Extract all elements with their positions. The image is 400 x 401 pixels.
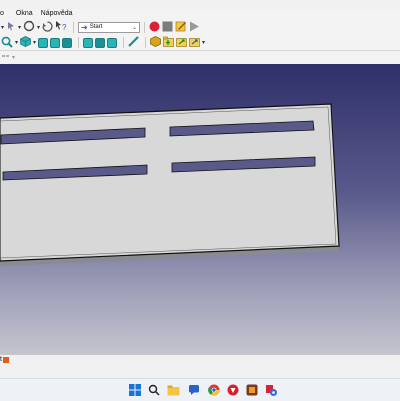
- fit-all-icon[interactable]: [1, 36, 13, 50]
- document-tab-label: t: [0, 356, 2, 363]
- app-brown-icon[interactable]: [244, 382, 260, 398]
- dropdown-arrow-icon[interactable]: ▾: [202, 39, 205, 46]
- measure-distance-icon[interactable]: [128, 36, 139, 49]
- menu-item-help[interactable]: Nápověda: [41, 9, 73, 19]
- document-tab[interactable]: t: [0, 355, 9, 364]
- search-icon[interactable]: [146, 382, 162, 398]
- toolbar-separator: [145, 37, 147, 48]
- file-explorer-icon[interactable]: [165, 382, 181, 398]
- dropdown-arrow-icon[interactable]: ▾: [37, 24, 40, 31]
- chat-icon[interactable]: [186, 382, 202, 398]
- front-view-icon[interactable]: [38, 37, 49, 48]
- toolbar-separator: [123, 37, 125, 48]
- dropdown-arrow-icon[interactable]: ▾: [33, 39, 36, 46]
- right-view-icon[interactable]: [62, 37, 73, 48]
- viewport-canvas: [0, 103, 340, 266]
- create-sublink-icon[interactable]: [189, 36, 200, 49]
- create-part-icon[interactable]: [150, 36, 161, 49]
- create-group-icon[interactable]: [163, 36, 174, 49]
- workbench-selector[interactable]: ➜ Start ⌄: [78, 21, 141, 33]
- 3d-viewport[interactable]: [0, 64, 400, 354]
- toolbar-separator: [78, 37, 80, 48]
- toolbar-separator: [144, 21, 146, 33]
- dropdown-arrow-icon[interactable]: ▾: [18, 24, 21, 31]
- toolbar-row-3: ▾: [0, 51, 400, 63]
- menu-bar: o Okna Nápověda: [0, 9, 400, 19]
- taskbar: [0, 378, 400, 401]
- toolbar-row-2: ▾ ▾ ▾: [0, 35, 400, 51]
- macro-edit-icon[interactable]: [175, 20, 187, 34]
- top-view-icon[interactable]: [50, 37, 61, 48]
- axonometric-view-icon[interactable]: [20, 36, 31, 49]
- dropdown-arrow-icon[interactable]: ▾: [12, 54, 15, 61]
- app-red-icon[interactable]: [225, 382, 241, 398]
- close-icon[interactable]: [2, 356, 9, 363]
- dropdown-arrow-icon[interactable]: ▾: [15, 39, 18, 46]
- pointer-icon[interactable]: [6, 21, 16, 33]
- whats-this-icon[interactable]: ?: [55, 20, 67, 34]
- macro-record-icon[interactable]: [149, 21, 160, 34]
- freecad-icon[interactable]: [263, 382, 279, 398]
- chevron-down-icon: ⌄: [132, 24, 138, 31]
- arrow-right-icon: ➜: [81, 22, 88, 32]
- svg-text:?: ?: [62, 23, 67, 32]
- dropdown-arrow-icon[interactable]: ▾: [1, 24, 4, 31]
- bottom-view-icon[interactable]: [95, 37, 106, 48]
- create-link-icon[interactable]: [176, 36, 187, 49]
- left-view-icon[interactable]: [107, 37, 118, 48]
- toolbar-separator: [73, 21, 75, 33]
- menu-item-macro[interactable]: o: [0, 9, 4, 19]
- toolbar-row-1: ▾ ▾ ▾ ? ➜ Start ⌄: [0, 19, 400, 35]
- chrome-icon[interactable]: [206, 382, 222, 398]
- link-actions-icon[interactable]: [1, 52, 10, 62]
- recompute-icon[interactable]: [42, 20, 53, 34]
- refresh-icon[interactable]: [23, 20, 35, 34]
- workbench-label: Start: [89, 24, 103, 30]
- windows-start-icon[interactable]: [127, 382, 143, 398]
- rear-view-icon[interactable]: [83, 37, 94, 48]
- status-bar: [0, 364, 400, 378]
- macro-stop-icon[interactable]: [162, 21, 173, 34]
- macro-execute-icon[interactable]: [189, 21, 200, 34]
- menu-item-windows[interactable]: Okna: [16, 9, 33, 19]
